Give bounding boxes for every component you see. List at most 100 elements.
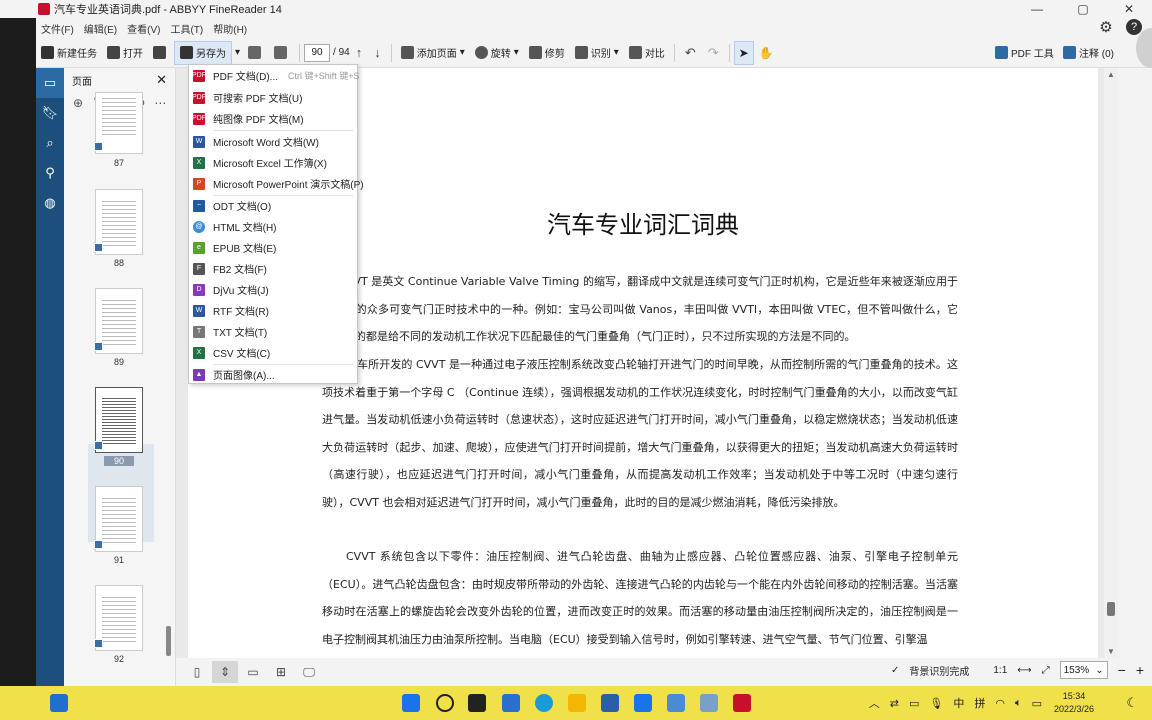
app-icon[interactable] xyxy=(667,694,685,712)
save-as-searchable-pdf-item[interactable]: PDF 可搜索 PDF 文档(U) xyxy=(189,87,357,108)
page-thumbnail-90[interactable] xyxy=(94,387,143,453)
comments-button[interactable]: 注释 (0) xyxy=(1058,41,1119,65)
save-as-powerpoint-item[interactable]: P Microsoft PowerPoint 演示文稿(P) xyxy=(189,173,364,194)
document-vertical-scrollbar[interactable]: ▲ ▼ xyxy=(1104,68,1118,658)
save-as-djvu-item[interactable]: D DjVu 文档(J) xyxy=(189,279,357,300)
hand-tool-button[interactable]: ✋ xyxy=(754,41,779,65)
add-page-icon[interactable]: ⊕ xyxy=(73,96,83,110)
redo-icon[interactable]: ↷ xyxy=(702,45,725,61)
pdf-tools-button[interactable]: PDF 工具 xyxy=(990,41,1059,65)
ime-mode[interactable]: 拼 xyxy=(974,695,985,711)
page-thumbnail-88[interactable] xyxy=(94,189,143,255)
save-as-csv-item[interactable]: X CSV 文档(C) xyxy=(189,342,357,363)
minimize-button[interactable]: — xyxy=(1014,0,1060,18)
save-page-image-item[interactable]: ▲ 页面图像(A)... xyxy=(189,364,357,385)
add-page-button[interactable]: 添加页面 ▾ xyxy=(396,41,470,65)
save-as-fb2-item[interactable]: F FB2 文档(F) xyxy=(189,258,357,279)
maximize-button[interactable]: ▢ xyxy=(1060,0,1106,18)
page-thumbnail-89[interactable] xyxy=(94,288,143,354)
save-as-html-item[interactable]: @ HTML 文档(H) xyxy=(189,216,357,237)
page-number-input[interactable]: 90 xyxy=(304,43,331,62)
compare-button[interactable]: 对比 xyxy=(624,41,670,65)
settings-gear-icon[interactable]: ⚙ xyxy=(1098,19,1114,36)
select-pointer-button[interactable]: ➤ xyxy=(733,40,754,65)
zoom-select[interactable]: 153% ⌄ xyxy=(1059,661,1108,679)
search-icon[interactable] xyxy=(436,694,454,712)
more-options-icon[interactable]: ⋯ xyxy=(154,96,166,110)
scroll-up-arrow-icon[interactable]: ▲ xyxy=(1104,70,1118,79)
wifi-icon[interactable]: ◠ xyxy=(995,697,1005,710)
ime-language[interactable]: 中 xyxy=(953,695,964,711)
stamp-icon[interactable]: ◍ xyxy=(36,188,64,218)
abbyy-taskbar-icon[interactable] xyxy=(733,694,751,712)
battery-icon[interactable]: ▭ xyxy=(1032,697,1042,710)
start-button-icon[interactable] xyxy=(402,694,420,712)
recognize-button[interactable]: 识别 ▾ xyxy=(570,41,624,65)
save-as-word-item[interactable]: W Microsoft Word 文档(W) xyxy=(189,131,357,152)
app-icon[interactable] xyxy=(700,694,718,712)
menu-help[interactable]: 帮助(H) xyxy=(208,21,252,36)
two-page-view-icon[interactable]: ▭ xyxy=(240,661,266,683)
scrollbar-thumb[interactable] xyxy=(1107,602,1115,616)
fit-page-icon[interactable]: ⤢ xyxy=(1042,665,1050,676)
save-as-epub-item[interactable]: e EPUB 文档(E) xyxy=(189,237,357,258)
mail-app-icon[interactable] xyxy=(502,694,520,712)
menu-view[interactable]: 查看(V) xyxy=(122,21,165,36)
save-as-rtf-item[interactable]: W RTF 文档(R) xyxy=(189,300,357,321)
save-as-excel-item[interactable]: X Microsoft Excel 工作簿(X) xyxy=(189,152,357,173)
two-page-continuous-icon[interactable]: ⊞ xyxy=(268,661,294,683)
crop-button[interactable]: 修剪 xyxy=(524,41,570,65)
save-as-dropdown-button[interactable]: ▾ xyxy=(232,41,243,65)
page-thumbnail-91[interactable] xyxy=(94,486,143,552)
edge-browser-icon[interactable] xyxy=(535,694,553,712)
next-page-arrow-icon[interactable]: ↓ xyxy=(368,45,387,60)
page-thumbnail-87[interactable] xyxy=(94,92,143,154)
zoom-out-icon[interactable]: − xyxy=(1118,662,1126,678)
network-icon[interactable]: ⇄ xyxy=(890,697,899,710)
save-as-odt-item[interactable]: ~ ODT 文档(O) xyxy=(189,195,357,216)
task-view-icon[interactable] xyxy=(50,694,68,712)
presentation-view-icon[interactable]: 🖵︎ xyxy=(296,661,322,683)
save-as-image-pdf-item[interactable]: PDF 纯图像 PDF 文档(M) xyxy=(189,108,357,129)
attachment-icon[interactable]: ⚲ xyxy=(36,158,64,188)
task-view-icon[interactable] xyxy=(468,694,486,712)
menu-file[interactable]: 文件(F) xyxy=(36,21,79,36)
volume-icon[interactable]: 🔈︎ xyxy=(1015,697,1022,710)
open-button[interactable]: 打开 xyxy=(102,41,148,65)
bookmark-icon[interactable]: 🔖︎ xyxy=(36,98,64,128)
close-window-button[interactable]: ✕ xyxy=(1106,0,1152,18)
undo-icon[interactable]: ↶ xyxy=(679,45,702,61)
microphone-icon[interactable]: 🎙︎ xyxy=(929,697,943,710)
menu-tools[interactable]: 工具(T) xyxy=(165,21,208,36)
scroll-down-arrow-icon[interactable]: ▼ xyxy=(1104,647,1118,656)
keyboard-icon[interactable]: ▭ xyxy=(909,697,919,710)
search-icon[interactable]: ⌕ xyxy=(36,128,64,158)
pages-panel-icon[interactable]: ▭ xyxy=(36,68,64,98)
pages-panel-scrollbar[interactable] xyxy=(166,626,171,656)
prev-page-arrow-icon[interactable]: ↑ xyxy=(350,45,369,60)
save-as-button[interactable]: 另存为 xyxy=(174,40,232,65)
menu-item-label: FB2 文档(F) xyxy=(213,265,267,276)
print-button[interactable] xyxy=(243,41,269,65)
save-as-txt-item[interactable]: T TXT 文档(T) xyxy=(189,321,357,342)
single-page-view-icon[interactable]: ▯ xyxy=(184,661,210,683)
file-explorer-icon[interactable] xyxy=(568,694,586,712)
chevron-up-icon[interactable]: ︿ xyxy=(869,695,880,711)
page-thumbnail-92[interactable] xyxy=(94,585,143,651)
photos-icon[interactable] xyxy=(634,694,652,712)
close-icon[interactable]: ✕ xyxy=(156,72,167,88)
new-task-button[interactable]: 新建任务 xyxy=(36,41,102,65)
save-button[interactable] xyxy=(148,41,174,65)
continuous-view-icon[interactable]: ⇕ xyxy=(212,661,238,683)
store-icon[interactable] xyxy=(601,694,619,712)
email-button[interactable] xyxy=(269,41,295,65)
rotate-button[interactable]: 旋转 ▾ xyxy=(470,41,524,65)
zoom-in-icon[interactable]: + xyxy=(1136,662,1144,678)
notification-icon[interactable]: ☾ xyxy=(1126,695,1138,711)
actual-size-button[interactable]: 1:1 xyxy=(993,665,1007,676)
help-icon[interactable]: ? xyxy=(1126,19,1142,35)
fit-width-icon[interactable]: ⟷ xyxy=(1017,665,1031,676)
clock[interactable]: 15:34 2022/3/26 xyxy=(1044,690,1104,716)
save-as-pdf-item[interactable]: PDF PDF 文档(D)... Ctrl 键+Shift 键+S xyxy=(189,65,360,86)
menu-edit[interactable]: 编辑(E) xyxy=(79,21,122,36)
